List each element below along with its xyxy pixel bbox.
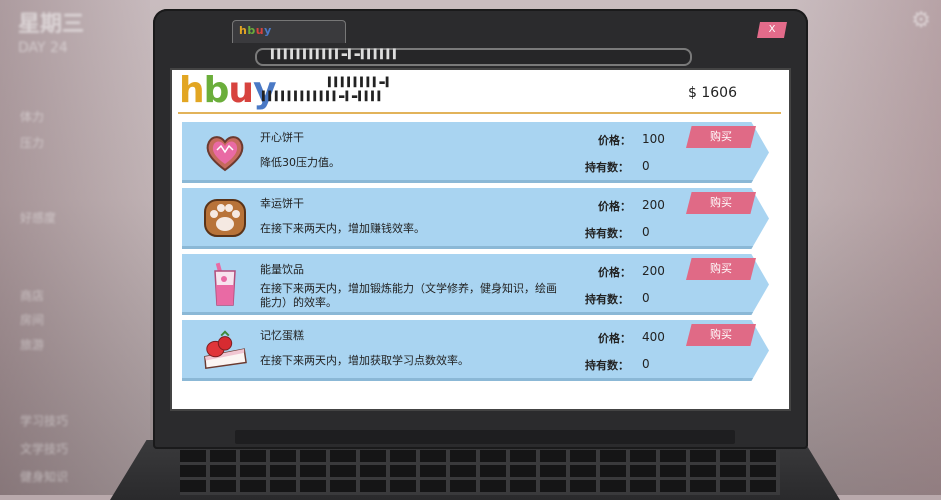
price-label: 价格：: [598, 332, 631, 345]
product-name: 幸运饼干: [260, 197, 304, 210]
money-balance: $ 1606: [688, 85, 737, 101]
logo-letter: b: [203, 70, 230, 111]
product-name: 能量饮品: [260, 263, 304, 276]
price-label: 价格：: [598, 134, 631, 147]
product-item: 记忆蛋糕 在接下来两天内，增加获取学习点数效率。 价格： 400 持有数： 0 …: [182, 320, 772, 381]
product-description: 在接下来两天内，增加赚钱效率。: [260, 222, 425, 235]
paw-cookie-icon: [202, 195, 248, 241]
owned-label: 持有数：: [585, 293, 629, 306]
background-menu-item: 房间: [20, 313, 45, 327]
background-menu-item: 文学技巧: [20, 442, 69, 456]
background-menu-item: 学习技巧: [20, 414, 69, 428]
owned-value: 0: [642, 159, 650, 173]
owned-label: 持有数：: [585, 227, 629, 240]
price-value: 200: [642, 198, 665, 212]
owned-value: 0: [642, 357, 650, 371]
heart-cookie-icon: [202, 129, 248, 175]
background-menu-item: 商店: [20, 289, 45, 303]
background-sidebar: 星期三 DAY 24 体力 压力 好感度 商店 房间 旅游 学习技巧 文学技巧 …: [0, 0, 150, 495]
product-item: 幸运饼干 在接下来两天内，增加赚钱效率。 价格： 200 持有数： 0 购买: [182, 188, 772, 249]
cake-icon: [202, 327, 248, 373]
background-menu-item: 好感度: [20, 211, 57, 225]
hbuy-logo: hbuy: [179, 70, 277, 111]
price-value: 100: [642, 132, 665, 146]
buy-button[interactable]: 购买: [686, 258, 756, 280]
shop-page: hbuy ▌▌▌▌▌▌▌▌▬▌ ▌▌▌▌▌▌▌▌▌▌▌▌▬▌▬▌▌▌▌ $ 16…: [170, 68, 791, 411]
owned-value: 0: [642, 291, 650, 305]
product-name: 记忆蛋糕: [260, 329, 304, 342]
site-code-line: ▌▌▌▌▌▌▌▌▌▌▌▌▬▌▬▌▌▌▌: [262, 92, 384, 102]
background-menu-item: 体力: [20, 110, 45, 124]
address-bar[interactable]: ▌▌▌▌▌▌▌▌▌▌▌▬▌▬▌▌▌▌▌▌: [255, 48, 692, 66]
tab-title-letter: u: [255, 24, 265, 37]
address-bar-text: ▌▌▌▌▌▌▌▌▌▌▌▬▌▬▌▌▌▌▌▌: [271, 50, 400, 60]
background-menu-item: 旅游: [20, 338, 45, 352]
buy-button[interactable]: 购买: [686, 324, 756, 346]
browser-tab[interactable]: hbuy: [232, 20, 346, 43]
price-value: 200: [642, 264, 665, 278]
product-description: 在接下来两天内，增加获取学习点数效率。: [260, 354, 469, 367]
background-date: DAY 24: [18, 40, 68, 56]
price-label: 价格：: [598, 266, 631, 279]
logo-letter: y: [253, 70, 276, 111]
price-label: 价格：: [598, 200, 631, 213]
owned-value: 0: [642, 225, 650, 239]
product-description: 在接下来两天内，增加锻炼能力（文学修养，健身知识，绘画能力）的效率。: [260, 282, 557, 309]
gear-icon: ⚙: [911, 8, 931, 33]
background-day: 星期三: [18, 12, 85, 37]
buy-button[interactable]: 购买: [686, 126, 756, 148]
logo-letter: u: [228, 70, 254, 111]
owned-label: 持有数：: [585, 359, 629, 372]
product-item: 开心饼干 降低30压力值。 价格： 100 持有数： 0 购买: [182, 122, 772, 183]
laptop-keyboard: [180, 450, 780, 495]
tab-title-letter: b: [247, 24, 256, 37]
price-value: 400: [642, 330, 665, 344]
product-description: 降低30压力值。: [260, 156, 340, 169]
buy-button[interactable]: 购买: [686, 192, 756, 214]
background-menu-item: 健身知识: [20, 470, 69, 484]
product-name: 开心饼干: [260, 131, 304, 144]
background-right-panel: ⚙: [791, 0, 941, 495]
background-menu-item: 压力: [20, 136, 45, 150]
header-divider: [178, 112, 781, 114]
tab-title-letter: y: [264, 24, 272, 37]
close-button[interactable]: X: [757, 22, 787, 38]
drink-icon: [202, 261, 248, 307]
logo-letter: h: [179, 70, 205, 111]
browser-tabbar: hbuy X: [170, 20, 790, 43]
owned-label: 持有数：: [585, 161, 629, 174]
site-code-line: ▌▌▌▌▌▌▌▌▬▌: [328, 78, 393, 88]
laptop-hinge: [235, 430, 735, 444]
tab-title: hbuy: [239, 24, 272, 37]
product-item: 能量饮品 在接下来两天内，增加锻炼能力（文学修养，健身知识，绘画能力）的效率。 …: [182, 254, 772, 315]
product-list: 开心饼干 降低30压力值。 价格： 100 持有数： 0 购买 幸运饼干 在接下…: [182, 122, 772, 386]
